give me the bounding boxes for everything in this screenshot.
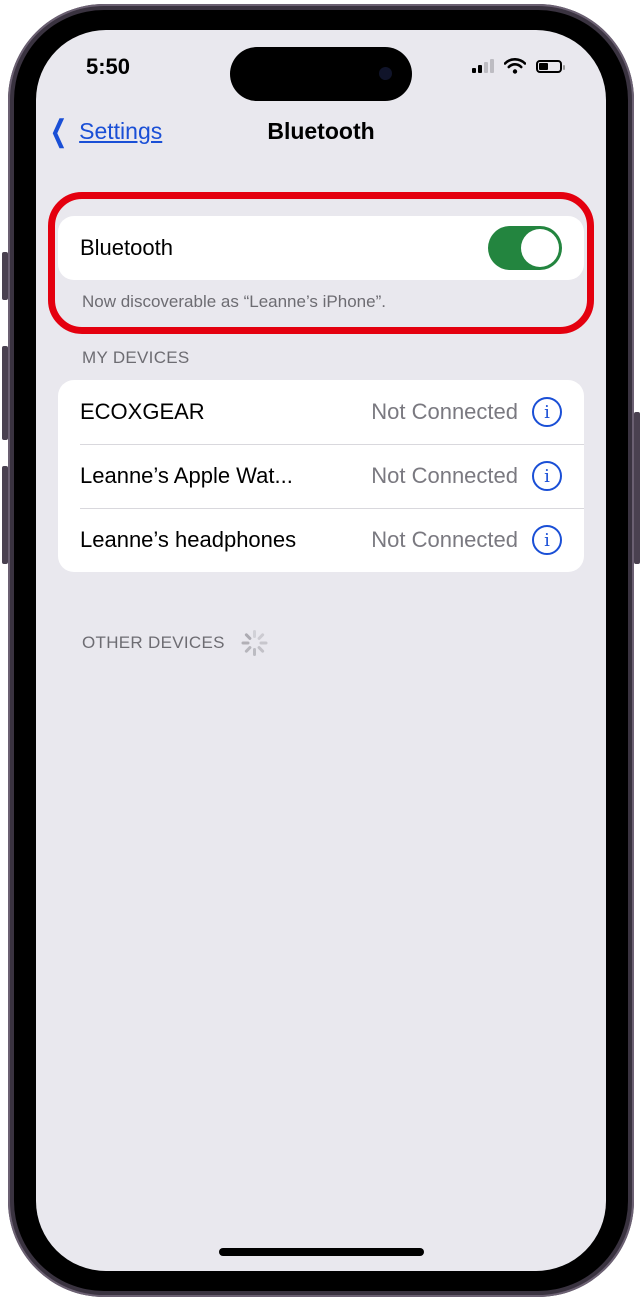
cellular-signal-icon <box>472 59 494 73</box>
home-indicator[interactable] <box>219 1248 424 1256</box>
bluetooth-toggle[interactable] <box>488 226 562 270</box>
info-icon[interactable]: i <box>532 525 562 555</box>
spinner-spoke <box>256 645 265 654</box>
spinner-spoke <box>241 641 250 645</box>
other-devices-header: OTHER DEVICES <box>82 628 269 658</box>
page-title: Bluetooth <box>267 118 375 144</box>
device-status: Not Connected <box>371 399 518 424</box>
status-icons <box>472 58 565 74</box>
spinner-spoke <box>256 632 265 641</box>
info-icon[interactable]: i <box>532 461 562 491</box>
camera-icon <box>379 67 392 80</box>
device-row[interactable]: ECOXGEAR Not Connected i <box>58 380 584 444</box>
screen: 5:50 ❮ Settings Bluetooth Bluetooth Now … <box>36 30 606 1271</box>
spinner-spoke <box>244 632 252 641</box>
device-row[interactable]: Leanne’s Apple Wat... Not Connected i <box>58 444 584 508</box>
device-row[interactable]: Leanne’s headphones Not Connected i <box>58 508 584 572</box>
volume-down-button <box>2 466 8 564</box>
my-devices-header: MY DEVICES <box>82 348 190 368</box>
toggle-knob <box>521 229 559 267</box>
navigation-bar: ❮ Settings Bluetooth <box>36 114 606 154</box>
device-name: ECOXGEAR <box>80 399 205 424</box>
spinner-spoke <box>252 630 256 638</box>
info-icon[interactable]: i <box>532 397 562 427</box>
device-status: Not Connected <box>371 527 518 552</box>
wifi-icon <box>504 58 526 74</box>
discoverable-note: Now discoverable as “Leanne’s iPhone”. <box>82 292 386 311</box>
device-status: Not Connected <box>371 463 518 488</box>
bluetooth-toggle-card: Bluetooth <box>58 216 584 280</box>
bluetooth-row: Bluetooth <box>58 216 584 280</box>
volume-up-button <box>2 346 8 440</box>
my-devices-header-label: MY DEVICES <box>82 348 190 367</box>
device-name: Leanne’s Apple Wat... <box>80 463 293 488</box>
loading-spinner-icon <box>239 628 269 658</box>
action-button <box>2 252 8 300</box>
other-devices-header-label: OTHER DEVICES <box>82 633 225 652</box>
dynamic-island <box>230 47 412 101</box>
device-name: Leanne’s headphones <box>80 527 297 552</box>
spinner-spoke <box>244 645 252 654</box>
my-devices-list: ECOXGEAR Not Connected i Leanne’s Apple … <box>58 380 584 572</box>
spinner-spoke <box>259 641 268 645</box>
status-time: 5:50 <box>86 54 131 79</box>
bluetooth-label: Bluetooth <box>80 235 173 260</box>
spinner-spoke <box>252 648 256 656</box>
side-power-button <box>634 412 640 564</box>
battery-icon <box>536 59 565 73</box>
